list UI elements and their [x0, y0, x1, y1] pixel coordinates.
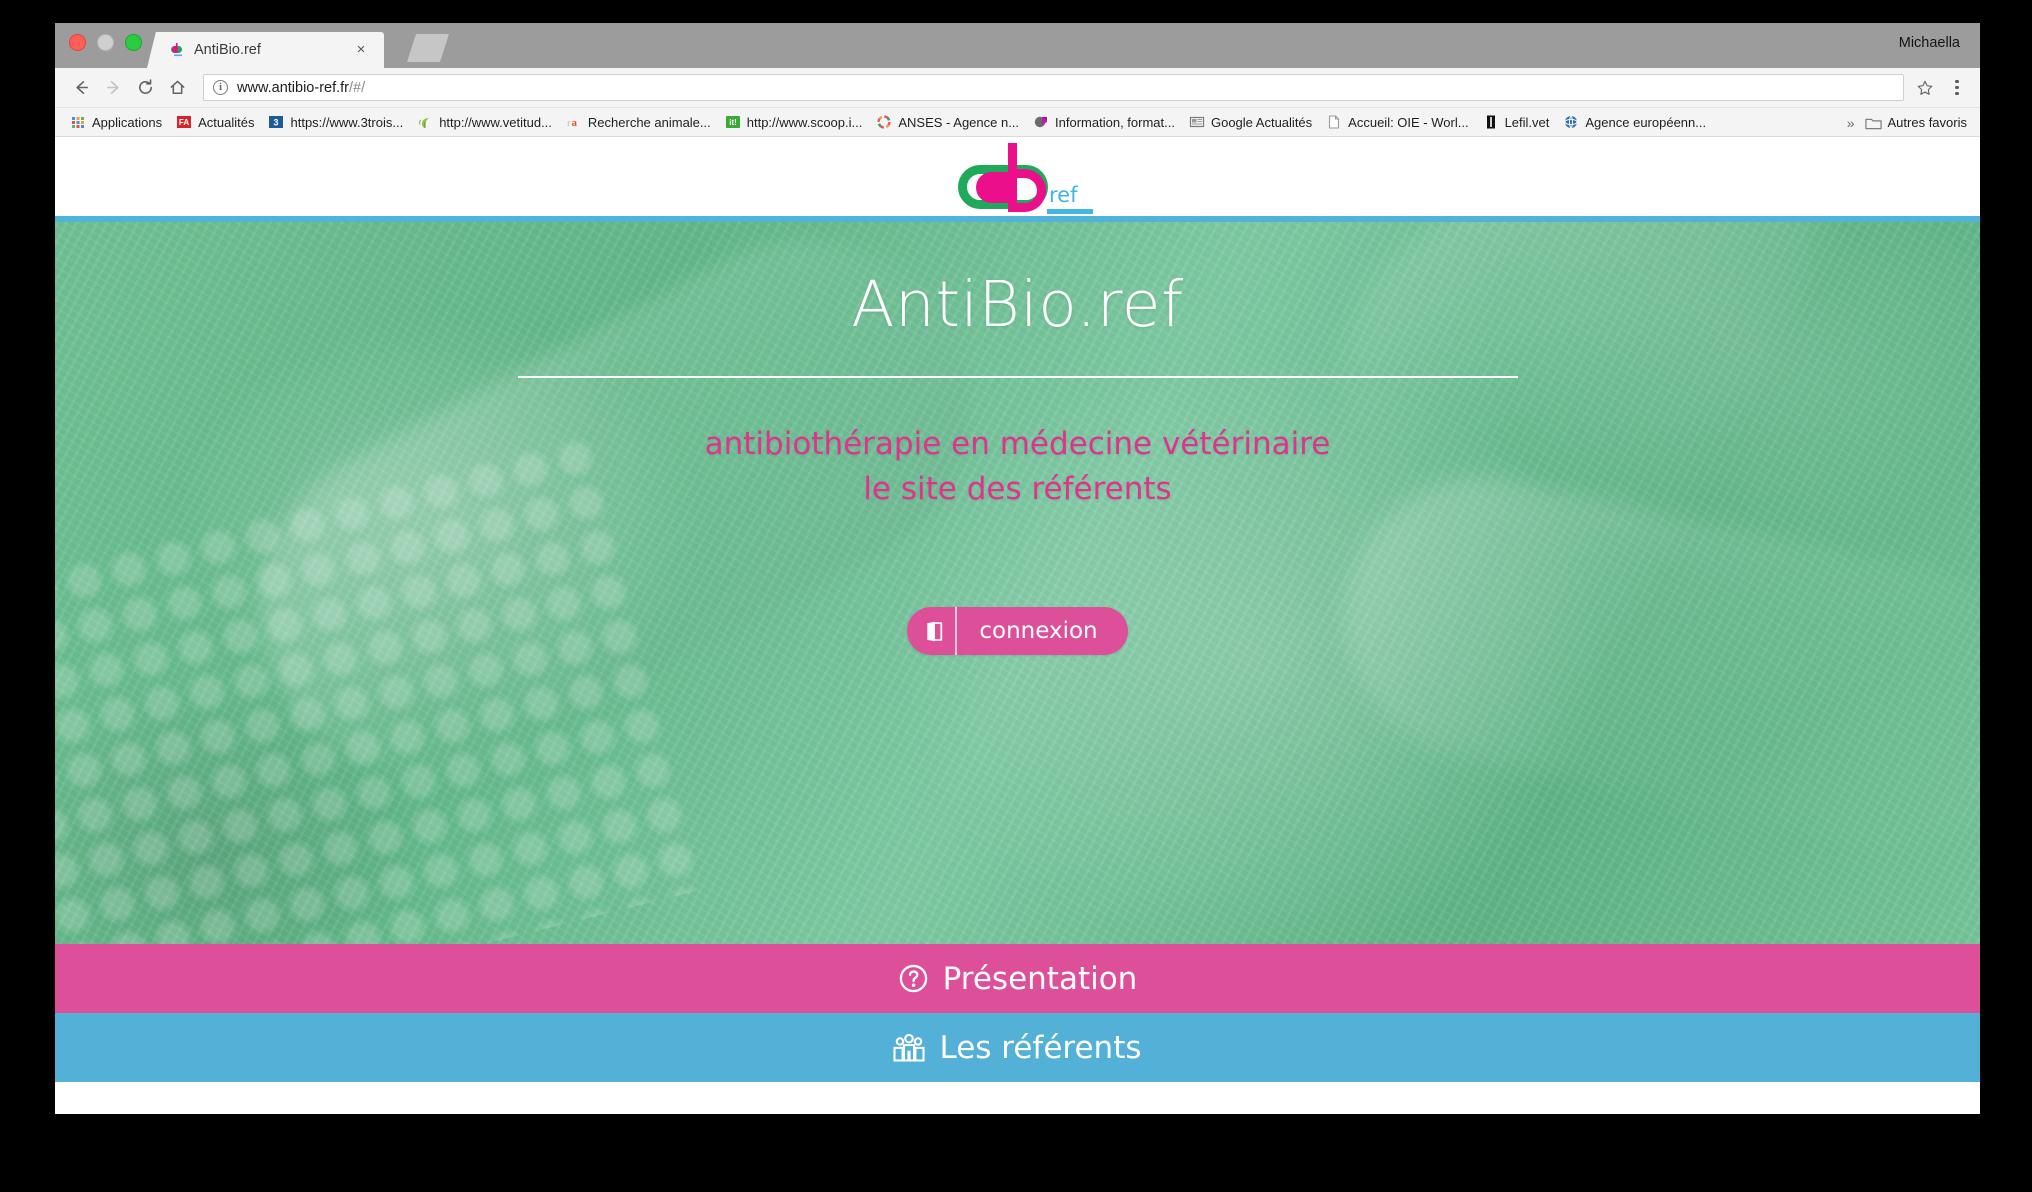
tab-title: AntiBio.ref [194, 42, 261, 58]
connexion-label: connexion [979, 618, 1098, 645]
address-bar[interactable]: i www.antibio-ref.fr/#/ [203, 74, 1904, 101]
bookmark-label: http://www.scoop.i... [746, 114, 863, 130]
new-tab-button[interactable] [407, 34, 449, 62]
page-icon [1326, 114, 1342, 130]
bookmark-star-icon[interactable] [1912, 75, 1938, 101]
nav-presentation[interactable]: Présentation [55, 944, 1980, 1013]
profile-user-name: Michaella [1898, 35, 1960, 51]
hero-section: AntiBio.ref antibiothérapie en médecine … [55, 222, 1980, 944]
site-header: ref [55, 137, 1980, 216]
bookmark-3trois[interactable]: 3 https://www.3trois... [261, 112, 410, 132]
window-controls[interactable] [69, 34, 142, 51]
bookmark-applications[interactable]: Applications [63, 112, 169, 132]
minimize-window-button[interactable] [97, 34, 114, 51]
bookmark-label: Recherche animale... [587, 114, 711, 130]
bookmark-label: Actualités [198, 114, 255, 130]
browser-window: AntiBio.ref × Michaella i www.antibio-re… [55, 23, 1980, 1114]
bookmark-label: Google Actualités [1210, 114, 1313, 130]
forward-button[interactable] [97, 73, 129, 103]
bookmark-label: Information, format... [1055, 114, 1175, 130]
tab-close-icon[interactable]: × [354, 42, 368, 57]
antibio-ref-logo[interactable]: ref [955, 141, 1093, 214]
bookmark-label: https://www.3trois... [290, 114, 404, 130]
site-info-icon[interactable]: i [213, 80, 228, 95]
nav-les-referents[interactable]: Les référents [55, 1013, 1980, 1082]
ra-icon: ra [566, 114, 582, 130]
news-icon [1189, 114, 1205, 130]
bookmark-lefil-vet[interactable]: Lefil.vet [1476, 112, 1557, 132]
bookmark-scoopit[interactable]: it! http://www.scoop.i... [718, 112, 870, 132]
hero-subtitle: antibiothérapie en médecine vétérinaire … [705, 426, 1331, 507]
three-icon: 3 [268, 114, 284, 130]
bookmarks-bar: Applications FA Actualités 3 https://www… [55, 108, 1980, 137]
desktop-backdrop: AntiBio.ref × Michaella i www.antibio-re… [0, 0, 2032, 1192]
nav-referents-label: Les référents [939, 1029, 1142, 1066]
svg-text:3: 3 [274, 118, 279, 128]
bookmark-label: Accueil: OIE - Worl... [1348, 114, 1469, 130]
scoopit-icon: it! [725, 114, 741, 130]
home-button[interactable] [161, 73, 193, 103]
bookmark-label: ANSES - Agence n... [898, 114, 1020, 130]
bookmark-actualites[interactable]: FA Actualités [169, 112, 261, 132]
globe-icon [1563, 114, 1579, 130]
bookmark-oie[interactable]: Accueil: OIE - Worl... [1319, 112, 1475, 132]
browser-tab[interactable]: AntiBio.ref × [147, 32, 384, 68]
svg-text:r: r [567, 117, 571, 129]
browser-toolbar: i www.antibio-ref.fr/#/ [55, 68, 1980, 108]
info-format-icon [1033, 114, 1049, 130]
browser-title-bar: AntiBio.ref × Michaella [55, 23, 1980, 68]
browser-menu-icon[interactable] [1944, 74, 1970, 102]
letter-a-icon [976, 171, 1008, 203]
tab-favicon-icon [169, 42, 185, 58]
leaf-icon [417, 114, 433, 130]
bookmark-vetitude[interactable]: http://www.vetitud... [410, 112, 559, 132]
lefil-icon [1483, 114, 1499, 130]
apps-grid-icon [70, 114, 86, 130]
bookmarks-overflow-icon[interactable]: » [1841, 115, 1861, 131]
address-bar-url: www.antibio-ref.fr/#/ [237, 79, 366, 96]
bookmark-label: Lefil.vet [1504, 114, 1550, 130]
hero-subtitle-line-2: le site des référents [863, 470, 1172, 507]
svg-text:FA: FA [179, 118, 189, 127]
fa-icon: FA [176, 114, 192, 130]
page-title: AntiBio.ref [851, 268, 1184, 341]
connexion-button[interactable]: connexion [907, 607, 1128, 656]
logo-underline [1047, 208, 1093, 214]
title-divider [517, 376, 1518, 378]
bookmark-label: Applications [92, 114, 163, 130]
bookmarks-bar-right: » Autres favoris [1830, 108, 1974, 136]
back-button[interactable] [65, 73, 97, 103]
other-bookmarks-label[interactable]: Autres favoris [1886, 113, 1974, 132]
page-content: ref AntiBio.ref antibiothérapie en médec… [55, 137, 1980, 1114]
bookmark-label: Agence européenn... [1585, 114, 1707, 130]
sign-in-door-icon [913, 607, 958, 656]
nav-presentation-label: Présentation [942, 960, 1138, 997]
question-circle-icon [898, 963, 929, 994]
reload-button[interactable] [129, 73, 161, 103]
bookmark-agence-europeenne[interactable]: Agence européenn... [1556, 112, 1713, 132]
svg-text:a: a [571, 117, 577, 129]
bookmark-anses[interactable]: ANSES - Agence n... [869, 112, 1026, 132]
letter-b-bowl-icon [1008, 168, 1046, 212]
bookmark-information-formation[interactable]: Information, format... [1026, 112, 1182, 132]
svg-text:it!: it! [729, 118, 737, 127]
bookmark-recherche-animale[interactable]: ra Recherche animale... [559, 112, 718, 132]
folder-icon [1864, 116, 1882, 130]
anses-ring-icon [876, 114, 892, 130]
bookmark-label: http://www.vetitud... [439, 114, 552, 130]
logo-ref-text: ref [1049, 182, 1078, 207]
bookmark-google-actualites[interactable]: Google Actualités [1182, 112, 1319, 132]
people-group-icon [893, 1032, 926, 1063]
hero-subtitle-line-1: antibiothérapie en médecine vétérinaire [704, 426, 1331, 462]
close-window-button[interactable] [69, 34, 86, 51]
maximize-window-button[interactable] [125, 34, 142, 51]
